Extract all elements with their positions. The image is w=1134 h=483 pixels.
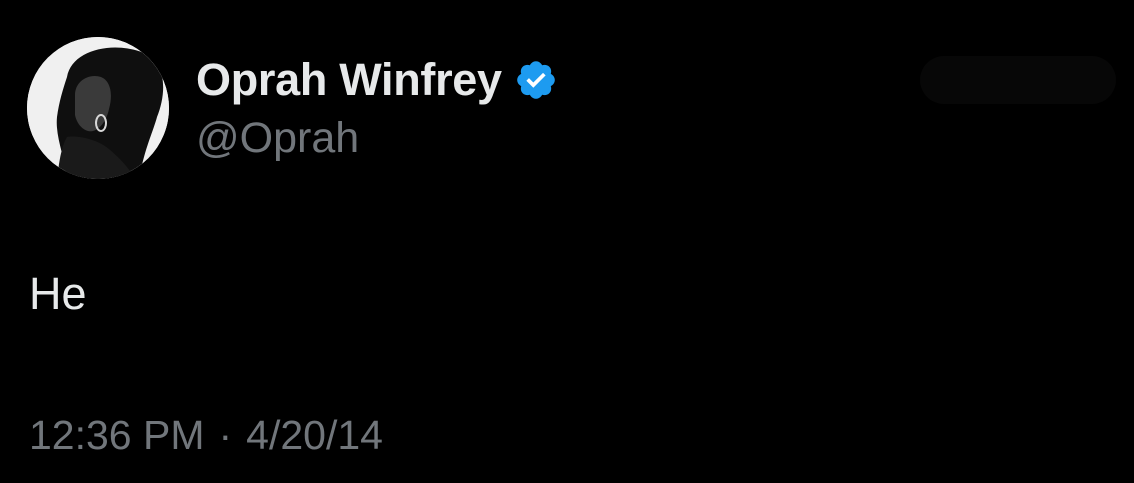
follow-button-faded[interactable] [920, 56, 1116, 104]
tweet-timestamp: 12:36 PM · 4/20/14 [29, 412, 383, 459]
author-handle[interactable]: @Oprah [196, 114, 359, 163]
verified-badge-icon[interactable] [514, 58, 558, 102]
tweet-time[interactable]: 12:36 PM [29, 412, 205, 459]
avatar-image [27, 37, 169, 179]
tweet-text: He [29, 268, 87, 319]
author-display-name[interactable]: Oprah Winfrey [196, 54, 502, 106]
profile-avatar[interactable] [27, 37, 169, 179]
tweet-card: Oprah Winfrey @Oprah He 12:36 PM · 4/20/… [0, 0, 1134, 483]
tweet-date[interactable]: 4/20/14 [246, 412, 383, 459]
timestamp-separator: · [218, 412, 233, 458]
author-name-row: Oprah Winfrey [196, 54, 558, 106]
